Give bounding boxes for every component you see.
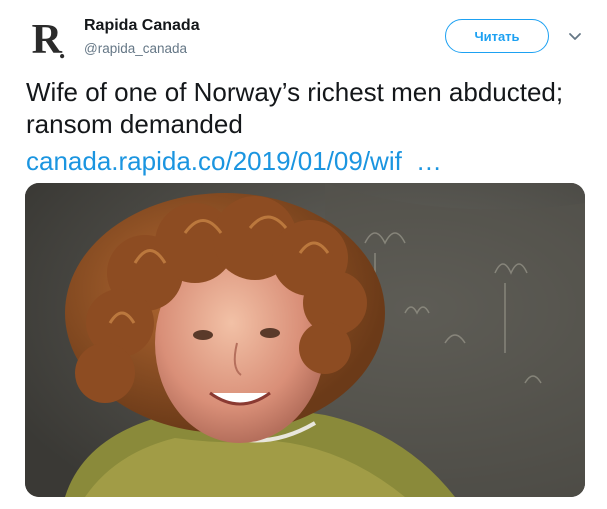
tweet-text: Wife of one of Norway’s richest men abdu… (26, 77, 564, 139)
tweet-link[interactable]: canada.rapida.co/2019/01/09/wif … (26, 145, 442, 177)
account-name[interactable]: Rapida Canada (84, 17, 200, 35)
avatar[interactable]: R. (22, 14, 74, 66)
logo-dot: . (58, 35, 65, 64)
follow-button[interactable]: Читать (445, 19, 549, 53)
tweet-link-ellipsis: … (415, 146, 442, 176)
tweet-link-url[interactable]: canada.rapida.co/2019/01/09/wif (26, 146, 402, 176)
account-handle[interactable]: @rapida_canada (84, 41, 187, 56)
logo-letter: R (31, 17, 62, 63)
chevron-down-icon[interactable] (566, 27, 584, 45)
tweet-photo[interactable] (25, 183, 585, 497)
